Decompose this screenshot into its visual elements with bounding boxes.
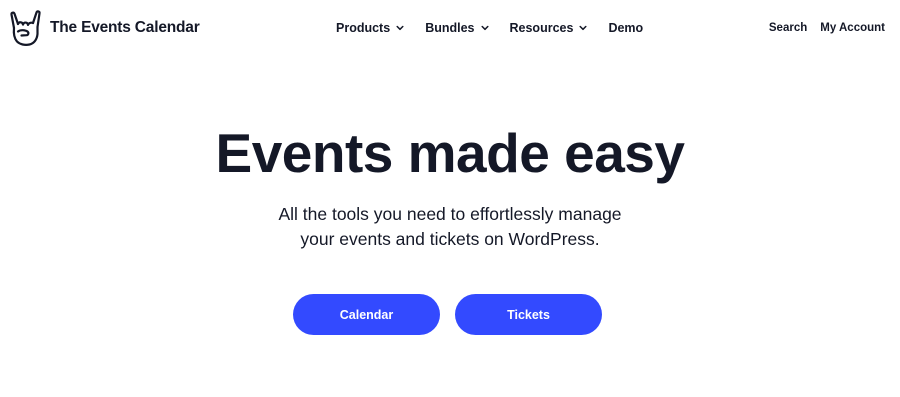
site-logo[interactable]: The Events Calendar [9,9,200,47]
hero-subtitle-line: All the tools you need to effortlessly m… [278,204,622,224]
search-link[interactable]: Search [769,22,807,34]
page: The Events Calendar Products Bundles Res… [0,0,900,397]
hero-subtitle: All the tools you need to effortlessly m… [0,202,900,252]
chevron-down-icon [579,25,587,31]
chevron-down-icon [396,25,404,31]
calendar-button[interactable]: Calendar [293,294,440,335]
nav-item-resources[interactable]: Resources [510,21,588,35]
nav-item-label: Demo [608,21,644,35]
main-navigation: Products Bundles Resources Demo [336,19,643,37]
nav-item-products[interactable]: Products [336,21,404,35]
utility-navigation: Search My Account [769,19,885,37]
cta-buttons: Calendar Tickets [293,294,602,335]
rock-hand-icon [10,10,41,46]
nav-item-label: Products [336,21,391,35]
tickets-button[interactable]: Tickets [455,294,602,335]
hero-title: Events made easy [215,122,685,184]
hero-subtitle-line: your events and tickets on WordPress. [300,229,600,249]
nav-item-label: Bundles [425,21,475,35]
nav-item-demo[interactable]: Demo [608,21,643,35]
nav-item-bundles[interactable]: Bundles [425,21,489,35]
chevron-down-icon [480,25,489,31]
brand-name: The Events Calendar [50,19,200,36]
site-header: The Events Calendar Products Bundles Res… [0,0,900,56]
my-account-link[interactable]: My Account [820,22,885,34]
nav-item-label: Resources [509,21,574,35]
